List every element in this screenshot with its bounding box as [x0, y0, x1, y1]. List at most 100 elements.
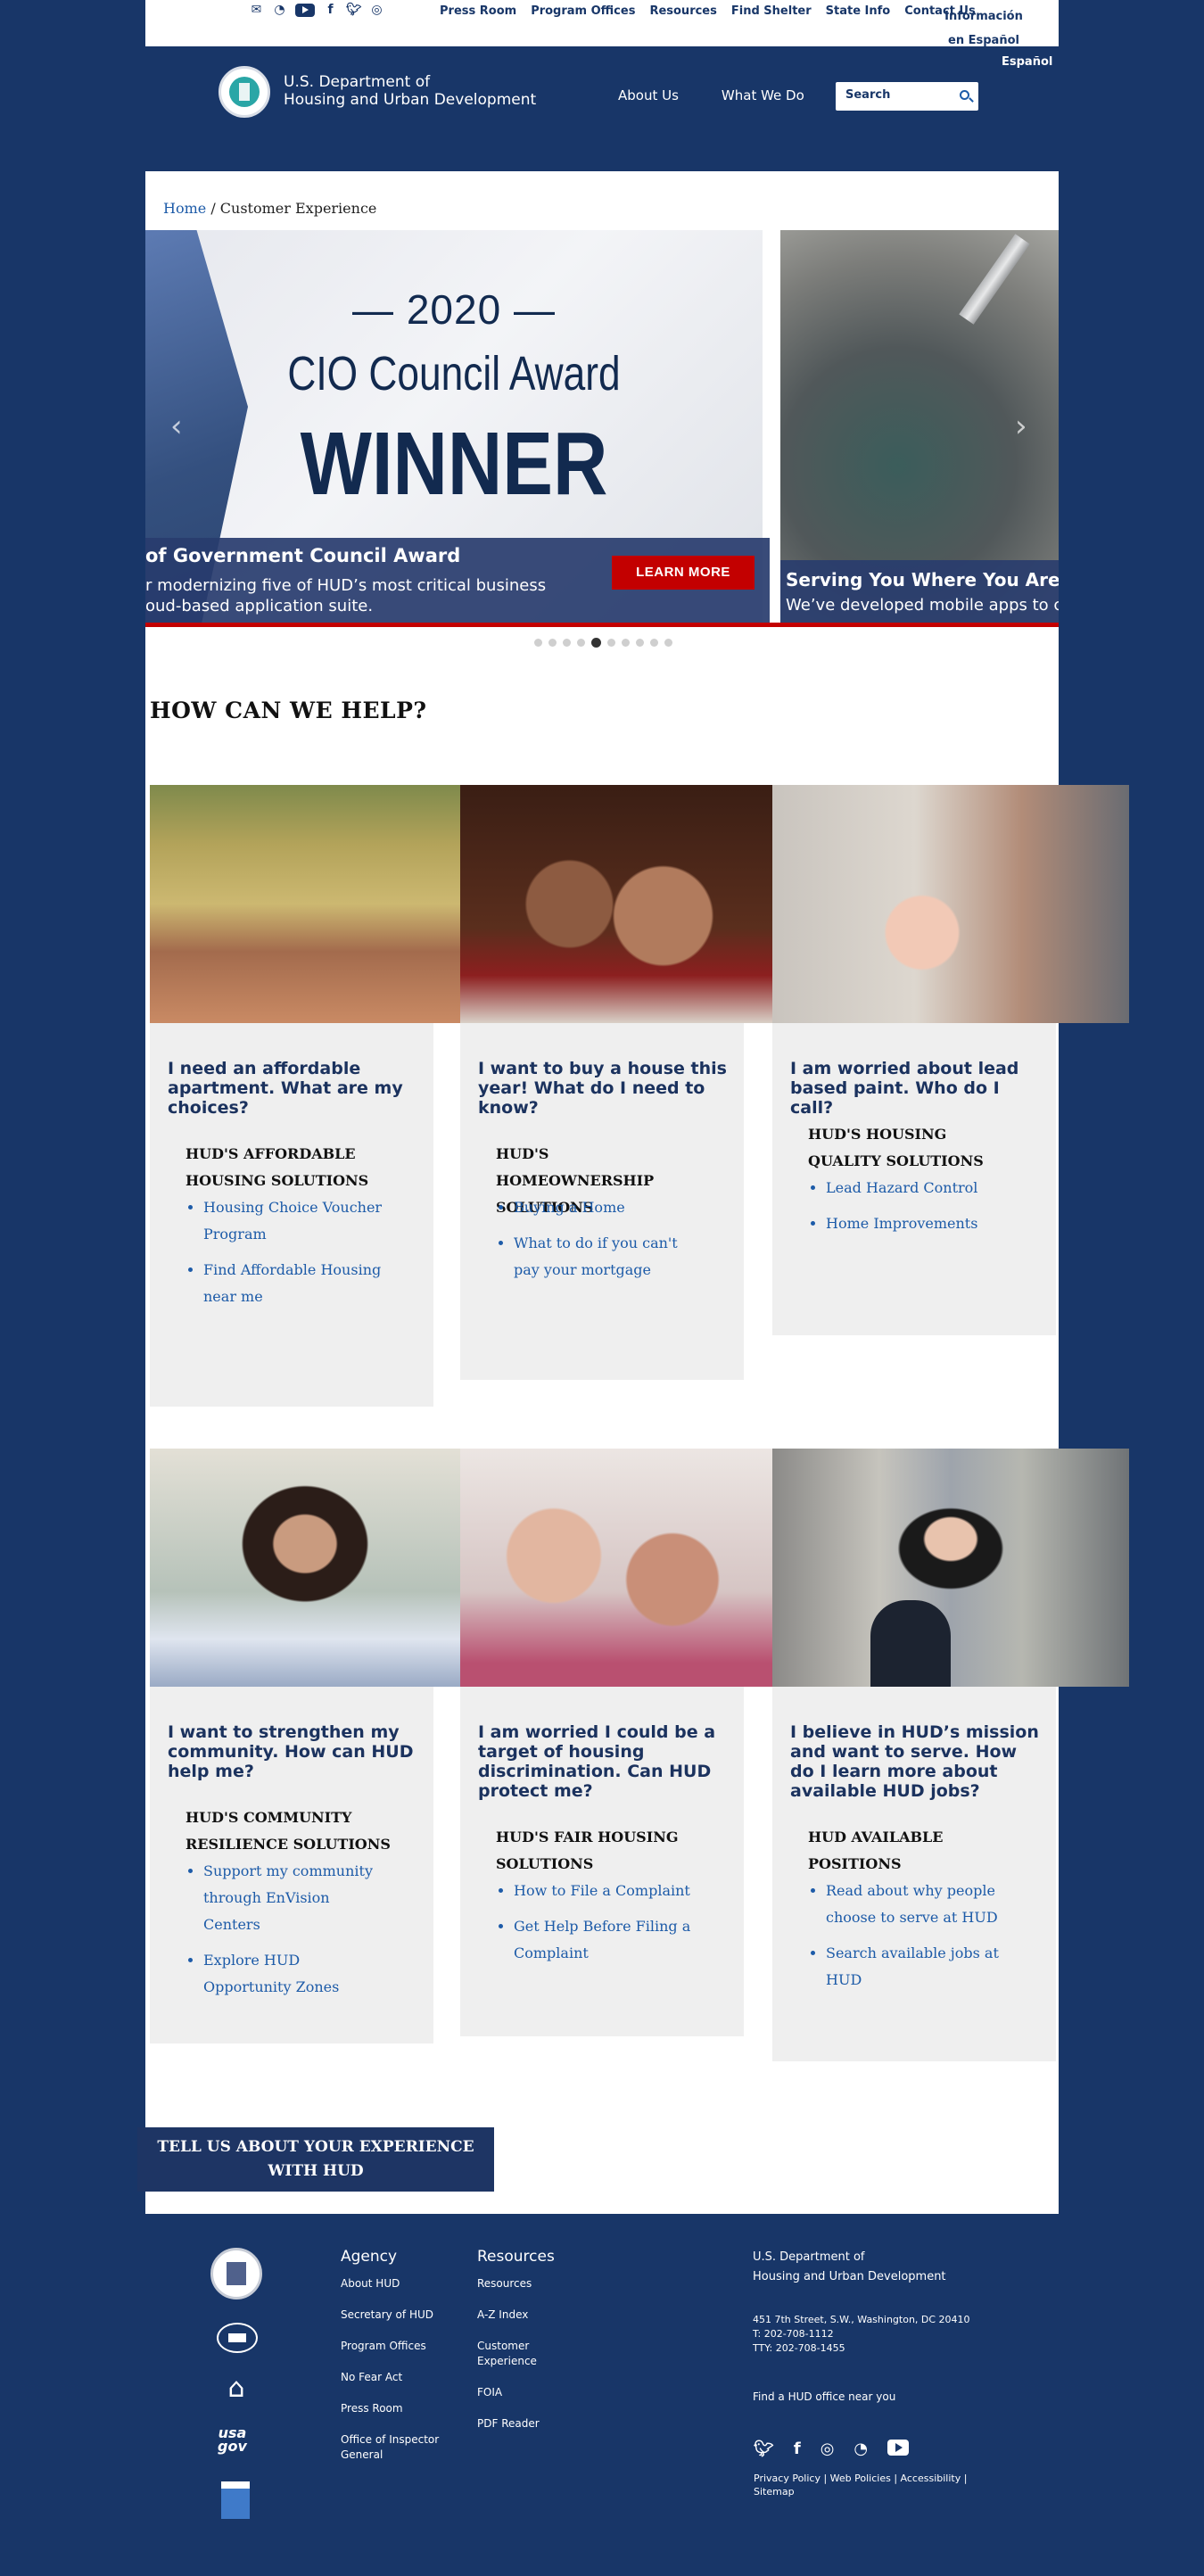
footer-link-privacy-policy[interactable]: Privacy Policy — [754, 2473, 821, 2484]
footer-link-secretary[interactable]: Secretary of HUD — [341, 2308, 448, 2323]
hud-seal-logo[interactable] — [219, 66, 270, 118]
footer-agency-name: U.S. Department of Housing and Urban Dev… — [753, 2248, 946, 2287]
card-link[interactable]: Home Improvements — [826, 1210, 1013, 1237]
slide-caption-title: of Government Council Award — [145, 545, 461, 566]
footer-link-foia[interactable]: FOIA — [477, 2385, 548, 2400]
rss-icon[interactable]: ◔ — [854, 2440, 868, 2458]
card-link[interactable]: How to File a Complaint — [514, 1878, 701, 1904]
utility-nav-state-info[interactable]: State Info — [826, 4, 891, 18]
footer-social-links: 🐦︎ f ◎ ◔ — [754, 2440, 910, 2458]
carousel-dot[interactable] — [548, 639, 557, 647]
youtube-icon[interactable] — [887, 2440, 910, 2456]
footer-link-resources[interactable]: Resources — [477, 2276, 548, 2291]
utility-nav-resources[interactable]: Resources — [649, 4, 716, 18]
equal-housing-icon[interactable]: ⌂ — [219, 2374, 253, 2403]
carousel-dot[interactable] — [664, 639, 672, 647]
mailbox-icon[interactable] — [221, 2481, 250, 2519]
footer-agency-line1: U.S. Department of — [753, 2250, 865, 2264]
carousel-dot[interactable] — [607, 639, 615, 647]
feedback-button[interactable]: TELL US ABOUT YOUR EXPERIENCE WITH HUD — [137, 2127, 494, 2192]
carousel-dot[interactable] — [534, 639, 542, 647]
utility-nav-program-offices[interactable]: Program Offices — [531, 4, 635, 18]
card-link[interactable]: Find Affordable Housing near me — [203, 1257, 391, 1310]
footer-resources-title: Resources — [477, 2248, 555, 2266]
carousel-dot[interactable] — [622, 639, 630, 647]
card-link[interactable]: Explore HUD Opportunity Zones — [203, 1947, 391, 2001]
card-link[interactable]: Read about why people choose to serve at… — [826, 1878, 1013, 1931]
rss-icon[interactable]: ◔ — [272, 3, 287, 17]
carousel-dot[interactable] — [636, 639, 644, 647]
footer-link-press-room[interactable]: Press Room — [341, 2401, 448, 2416]
card-photo-elderly-couple — [460, 1449, 772, 1687]
card-heading: HUD'S HOUSING QUALITY SOLUTIONS — [808, 1126, 984, 1169]
white-house-icon[interactable] — [217, 2323, 258, 2353]
card-photo-professional — [772, 1449, 1129, 1687]
card-link[interactable]: Lead Hazard Control — [826, 1175, 1013, 1201]
footer-agency-line2: Housing and Urban Development — [753, 2270, 946, 2283]
hero-carousel: — 2020 — CIO Council Award WINNER of Gov… — [145, 230, 1059, 633]
slide-caption-line1: We’ve developed mobile apps to c — [786, 596, 1059, 615]
card-link[interactable]: Buying a Home — [514, 1194, 701, 1221]
slide-caption-line2: oud-based application suite. — [145, 597, 374, 615]
footer-link-accessibility[interactable]: Accessibility — [901, 2473, 961, 2484]
card-links: Read about why people choose to serve at… — [826, 1878, 1013, 2002]
facebook-icon[interactable]: f — [794, 2440, 801, 2458]
chevron-left-icon[interactable]: ‹ — [170, 409, 183, 444]
footer-find-office-link[interactable]: Find a HUD office near you — [753, 2390, 895, 2403]
hud-seal-logo[interactable] — [210, 2248, 262, 2299]
footer-link-no-fear-act[interactable]: No Fear Act — [341, 2370, 448, 2385]
instagram-icon[interactable]: ◎ — [821, 2440, 835, 2458]
nav-about-us[interactable]: About Us — [618, 87, 679, 103]
youtube-icon[interactable] — [295, 3, 315, 17]
footer-link-web-policies[interactable]: Web Policies — [830, 2473, 891, 2484]
learn-more-button[interactable]: LEARN MORE — [612, 556, 755, 590]
footer-address-block: 451 7th Street, S.W., Washington, DC 204… — [753, 2313, 970, 2356]
carousel-slide-cio-award[interactable]: — 2020 — CIO Council Award WINNER of Gov… — [145, 230, 770, 623]
carousel-dot[interactable] — [563, 639, 571, 647]
main-nav: About Us What We Do — [618, 87, 804, 103]
card-link[interactable]: Housing Choice Voucher Program — [203, 1194, 391, 1248]
usagov-logo[interactable]: usa gov — [218, 2426, 247, 2454]
card-link[interactable]: Support my community through EnVision Ce… — [203, 1858, 391, 1938]
card-link[interactable]: Search available jobs at HUD — [826, 1940, 1013, 1994]
card-question: I am worried I could be a target of hous… — [478, 1722, 716, 1801]
carousel-dot[interactable] — [650, 639, 658, 647]
help-card-housing-quality: I am worried about lead based paint. Who… — [772, 1023, 1056, 1335]
twitter-icon[interactable]: 🐦︎ — [754, 2440, 774, 2458]
footer-legal-links: Privacy Policy | Web Policies | Accessib… — [754, 2473, 968, 2498]
chevron-right-icon[interactable]: › — [1015, 409, 1027, 444]
agency-name[interactable]: U.S. Department of Housing and Urban Dev… — [284, 73, 536, 109]
footer-link-pdf-reader[interactable]: PDF Reader — [477, 2416, 548, 2432]
breadcrumb-home[interactable]: Home — [163, 200, 206, 217]
footer-link-program-offices[interactable]: Program Offices — [341, 2339, 448, 2354]
carousel-dot-active[interactable] — [591, 638, 601, 648]
help-card-homeownership: I want to buy a house this year! What do… — [460, 1023, 744, 1380]
email-icon[interactable]: ✉ — [249, 3, 264, 17]
facebook-icon[interactable]: f — [323, 3, 338, 17]
carousel-dot[interactable] — [577, 639, 585, 647]
footer-link-a-z-index[interactable]: A-Z Index — [477, 2308, 548, 2323]
utility-nav-press-room[interactable]: Press Room — [440, 4, 516, 18]
instagram-icon[interactable]: ◎ — [369, 3, 384, 17]
footer-link-sitemap[interactable]: Sitemap — [754, 2486, 795, 2498]
card-link[interactable]: What to do if you can't pay your mortgag… — [514, 1230, 701, 1284]
espanol-link[interactable]: Español — [1002, 55, 1052, 69]
twitter-icon[interactable]: 🐦︎ — [346, 3, 362, 17]
help-card-community: I want to strengthen my community. How c… — [150, 1687, 433, 2043]
search-icon[interactable] — [960, 90, 969, 100]
footer-link-inspector-general[interactable]: Office of Inspector General — [341, 2432, 448, 2463]
footer-link-customer-experience[interactable]: Customer Experience — [477, 2339, 548, 2369]
search-input[interactable] — [845, 88, 952, 102]
utility-nav-find-shelter[interactable]: Find Shelter — [731, 4, 812, 18]
footer-resources-column: Resources Resources A-Z Index Customer E… — [477, 2248, 555, 2448]
card-link[interactable]: Get Help Before Filing a Complaint — [514, 1913, 701, 1967]
utility-nav: Press Room Program Offices Resources Fin… — [440, 4, 976, 18]
footer-link-about-hud[interactable]: About HUD — [341, 2276, 448, 2291]
slide-caption-title: Serving You Where You Are — [786, 569, 1059, 590]
nav-what-we-do[interactable]: What We Do — [722, 87, 804, 103]
utility-nav-informacion-espanol[interactable]: Información en Español — [935, 4, 1033, 53]
slide-caption-line1: r modernizing five of HUD’s most critica… — [145, 576, 547, 595]
slide-award-name: CIO Council Award — [287, 347, 621, 400]
slide-caption: of Government Council Award r modernizin… — [145, 538, 770, 623]
help-card-affordable-housing: I need an affordable apartment. What are… — [150, 1023, 433, 1407]
